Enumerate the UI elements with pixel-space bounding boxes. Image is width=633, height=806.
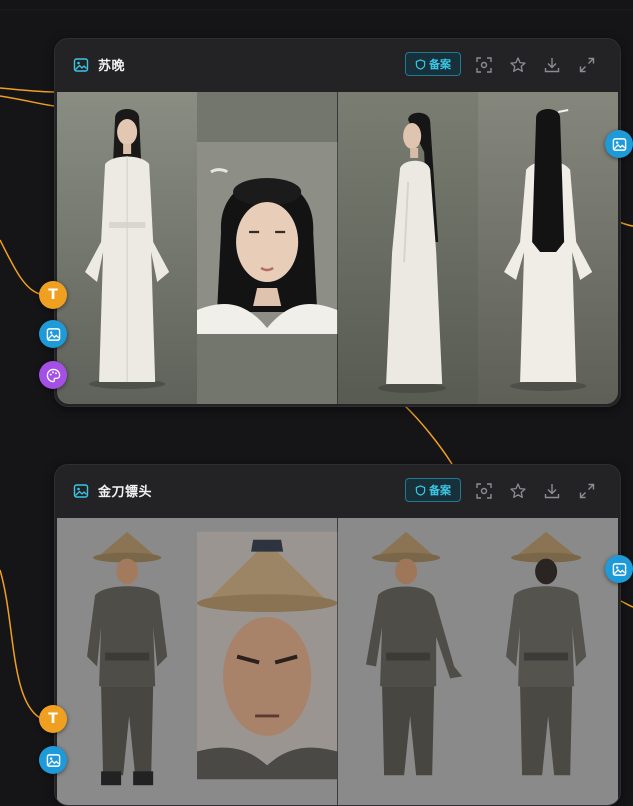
character-card-jin-dao-biao-tou[interactable]: 金刀镖头 备案 [54,464,621,806]
filing-badge-button[interactable]: 备案 [405,478,461,502]
character-sheet-images [57,518,618,805]
focus-button[interactable] [475,482,493,500]
style-palette-node[interactable] [39,361,67,389]
palette-icon [46,368,60,382]
character-sheet-images [57,92,618,404]
expand-button[interactable] [578,482,596,500]
download-icon [544,484,560,499]
image-output-node[interactable] [605,130,633,158]
back-view-image[interactable] [477,92,618,404]
face-closeup-image[interactable] [197,518,338,805]
shield-icon [415,58,426,70]
badge-label: 备案 [429,484,451,497]
side-view-image[interactable] [337,92,478,404]
front-view-image[interactable] [57,92,198,404]
focus-icon [476,57,492,73]
text-input-node[interactable]: T [39,281,67,309]
download-button[interactable] [543,482,561,500]
image-icon [73,58,89,72]
text-input-node[interactable]: T [39,705,67,733]
focus-icon [476,483,492,499]
badge-label: 备案 [429,58,451,71]
image-input-node[interactable] [39,746,67,774]
card-title: 苏晚 [98,59,126,74]
image-icon [612,137,626,151]
card-title: 金刀镖头 [98,485,153,500]
image-icon [46,753,60,767]
focus-button[interactable] [475,56,493,74]
character-card-su-wan[interactable]: 苏晚 备案 [54,38,621,407]
three-quarter-view-image[interactable] [337,518,478,805]
text-node-label: T [48,711,58,727]
star-icon [510,483,526,498]
card-header: 苏晚 备案 [55,39,620,92]
favorite-button[interactable] [509,482,527,500]
text-node-label: T [48,287,58,303]
back-view-image[interactable] [477,518,618,805]
filing-badge-button[interactable]: 备案 [405,52,461,76]
favorite-button[interactable] [509,56,527,74]
expand-button[interactable] [578,56,596,74]
face-closeup-image[interactable] [197,92,338,404]
image-output-node[interactable] [605,555,633,583]
download-button[interactable] [543,56,561,74]
expand-icon [579,483,595,499]
star-icon [510,57,526,72]
expand-icon [579,57,595,73]
card-header: 金刀镖头 备案 [55,465,620,518]
download-icon [544,58,560,73]
shield-icon [415,484,426,496]
image-input-node[interactable] [39,320,67,348]
image-icon [46,327,60,341]
front-view-image[interactable] [57,518,198,805]
image-icon [612,562,626,576]
image-icon [73,484,89,498]
